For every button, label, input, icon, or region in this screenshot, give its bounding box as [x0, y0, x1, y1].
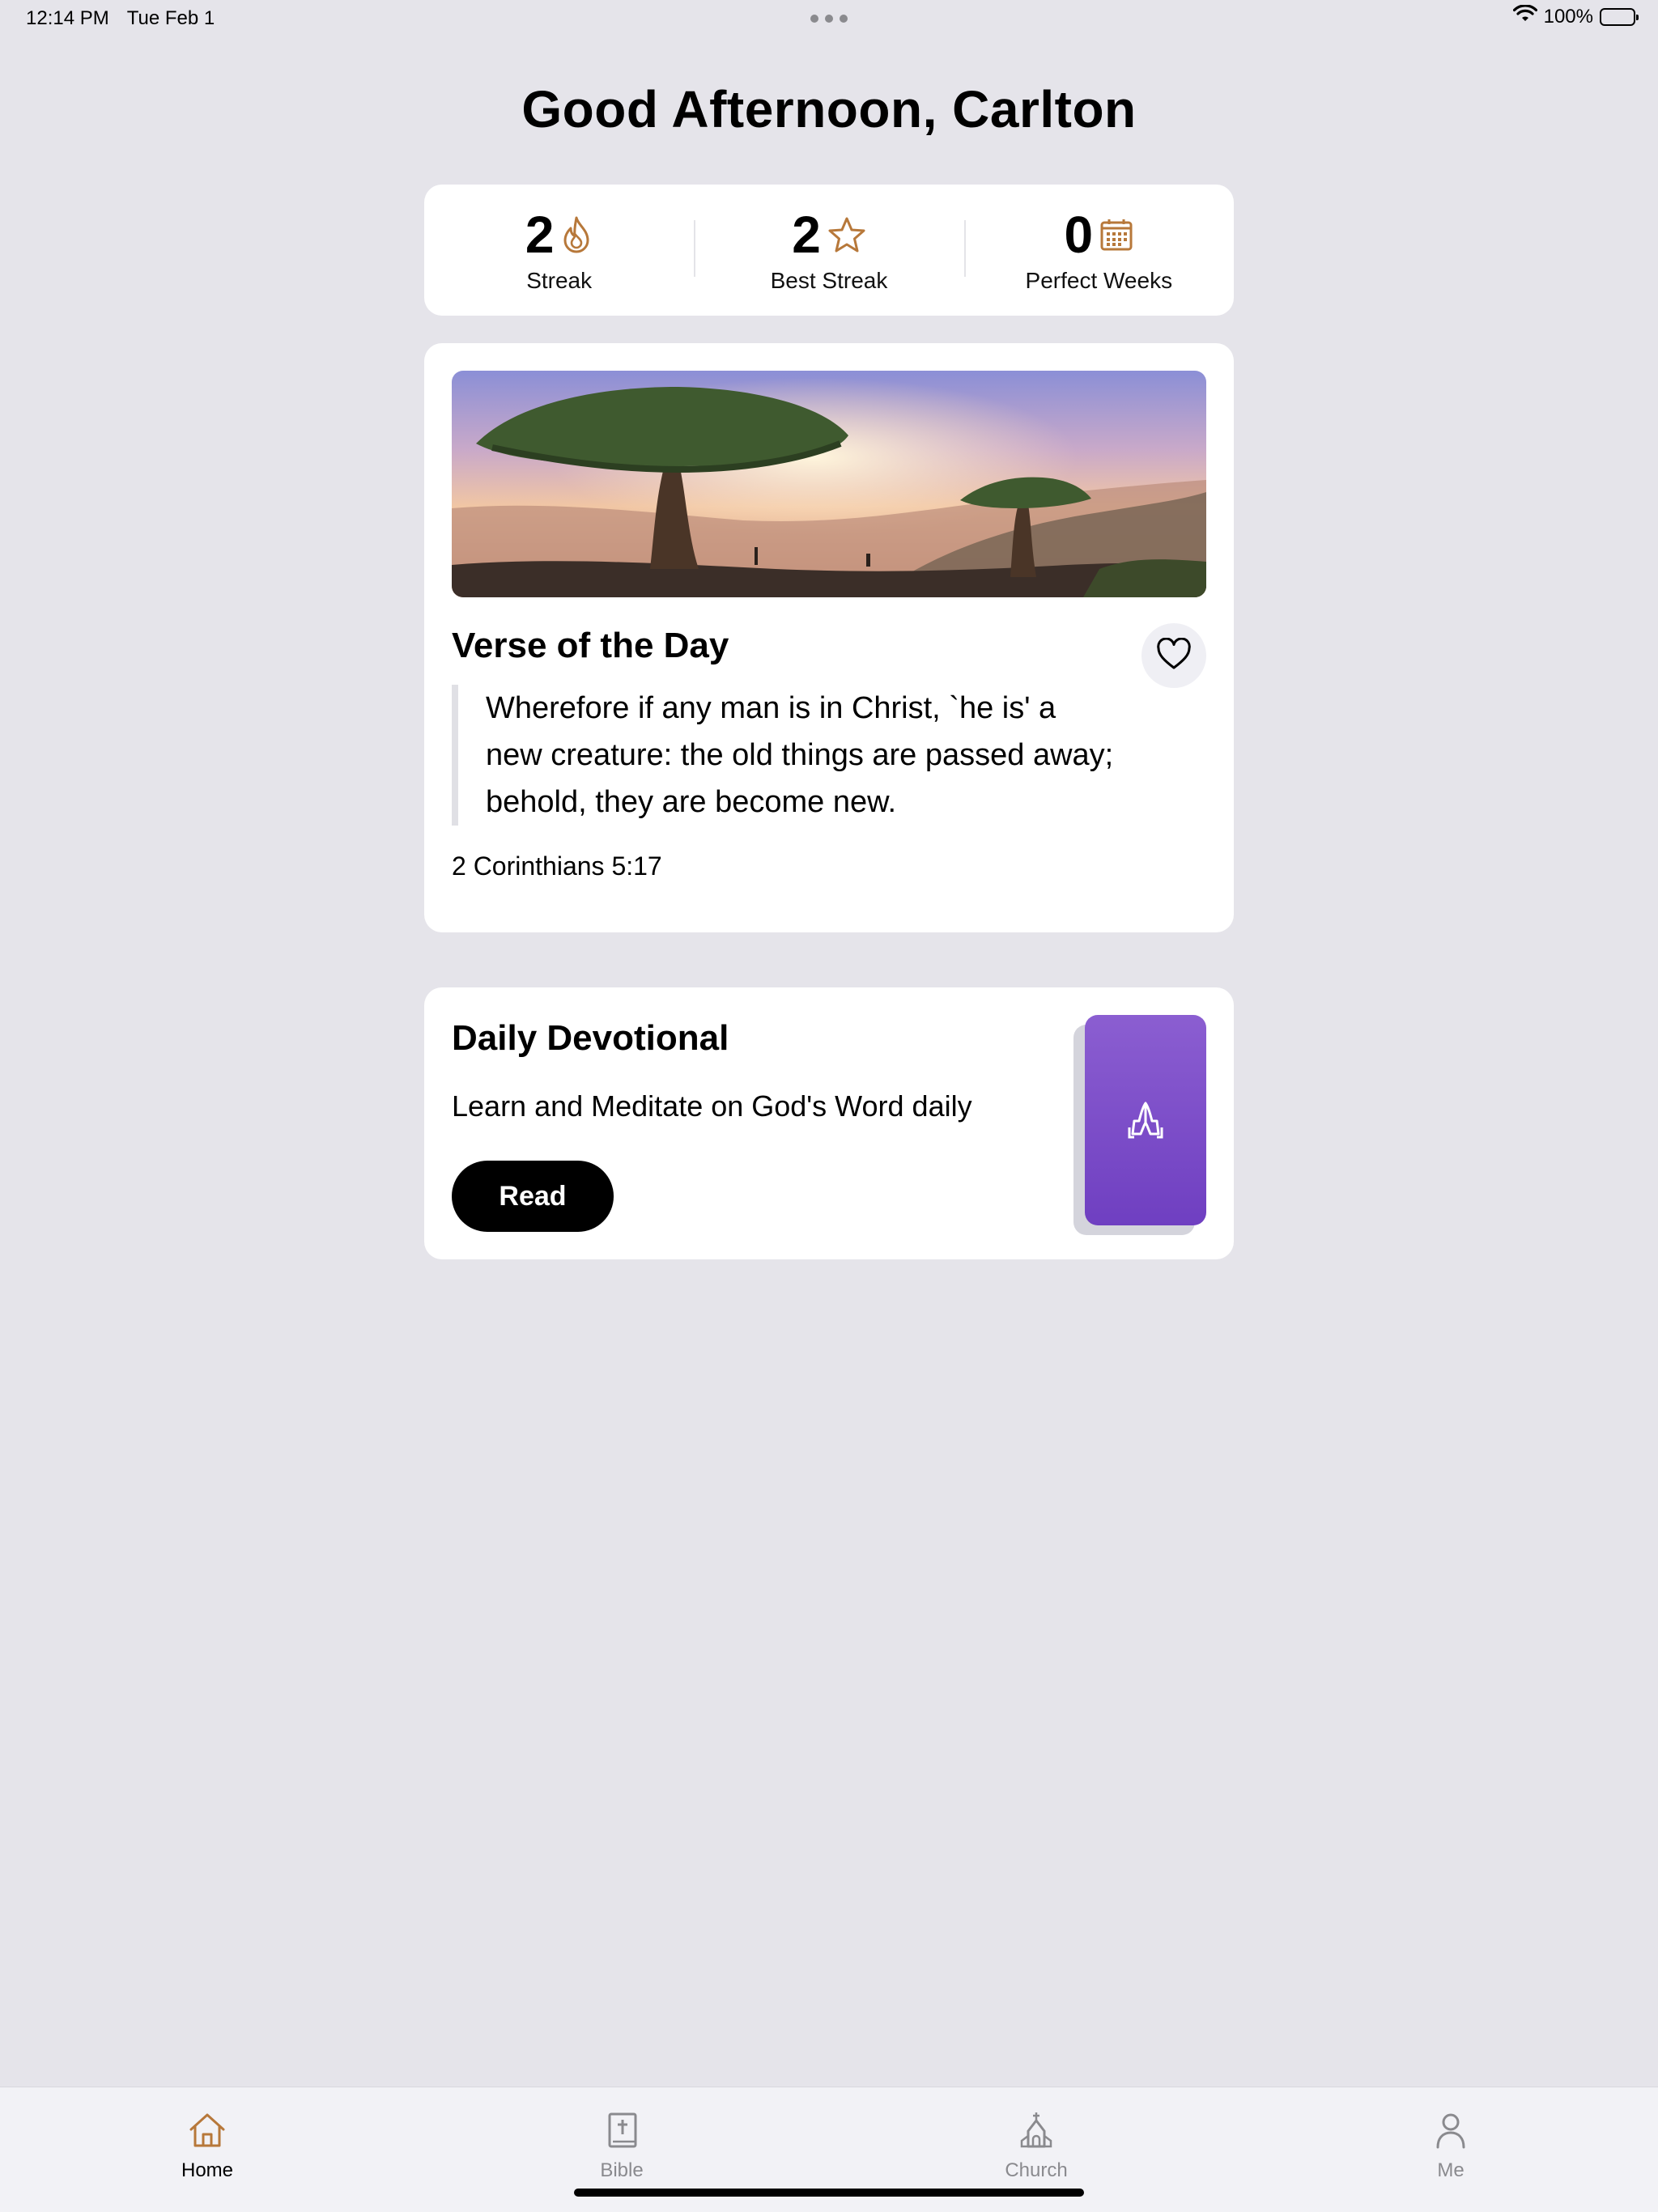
verse-of-the-day-card[interactable]: Verse of the Day Wherefore if any man is… — [424, 343, 1234, 932]
stat-streak: 2 Streak — [424, 185, 694, 316]
tab-label: Home — [181, 2159, 234, 2181]
bible-icon — [602, 2112, 641, 2153]
status-time: 12:14 PM — [26, 7, 109, 29]
verse-text: Wherefore if any man is in Christ, `he i… — [452, 685, 1117, 826]
person-icon — [1431, 2112, 1470, 2153]
stat-label: Streak — [526, 268, 593, 293]
tab-me[interactable]: Me — [1370, 2112, 1532, 2182]
favorite-button[interactable] — [1141, 623, 1206, 688]
calendar-icon — [1099, 218, 1133, 252]
tab-bible[interactable]: Bible — [541, 2112, 703, 2182]
multitasking-dots-icon[interactable] — [810, 15, 848, 23]
stat-label: Perfect Weeks — [1025, 268, 1173, 293]
status-date: Tue Feb 1 — [126, 7, 215, 29]
devotional-thumbnail[interactable] — [1085, 1015, 1206, 1225]
read-button[interactable]: Read — [452, 1161, 614, 1232]
stat-value: 0 — [1064, 206, 1094, 264]
home-indicator[interactable] — [574, 2189, 1084, 2197]
heart-icon — [1156, 636, 1192, 674]
praying-hands-icon — [1123, 1098, 1168, 1143]
status-bar: 12:14 PM Tue Feb 1 100% — [0, 0, 1658, 39]
battery-icon — [1600, 7, 1639, 26]
tab-home[interactable]: Home — [126, 2112, 288, 2182]
daily-devotional-card[interactable]: Daily Devotional Learn and Meditate on G… — [424, 987, 1234, 1259]
stat-perfect-weeks: 0 Perfect Weeks — [963, 185, 1234, 316]
battery-percent: 100% — [1543, 5, 1593, 28]
church-icon — [1017, 2112, 1056, 2153]
stat-label: Best Streak — [770, 268, 888, 293]
tab-church[interactable]: Church — [955, 2112, 1117, 2182]
stat-value: 2 — [525, 206, 555, 264]
home-icon — [188, 2112, 227, 2153]
page-title: Good Afternoon, Carlton — [521, 80, 1137, 138]
stats-card: 2 Streak 2 Best Streak 0 Perfect Weeks — [424, 185, 1234, 316]
tab-label: Bible — [600, 2159, 644, 2181]
verse-reference: 2 Corinthians 5:17 — [452, 851, 662, 881]
tab-label: Church — [1005, 2159, 1068, 2181]
verse-title: Verse of the Day — [452, 626, 729, 665]
verse-landscape-image — [452, 371, 1206, 597]
star-icon — [827, 216, 866, 253]
wifi-icon — [1512, 4, 1537, 28]
stat-best-streak: 2 Best Streak — [694, 185, 963, 316]
stat-value: 2 — [792, 206, 821, 264]
flame-icon — [560, 215, 593, 254]
tab-label: Me — [1437, 2159, 1465, 2181]
